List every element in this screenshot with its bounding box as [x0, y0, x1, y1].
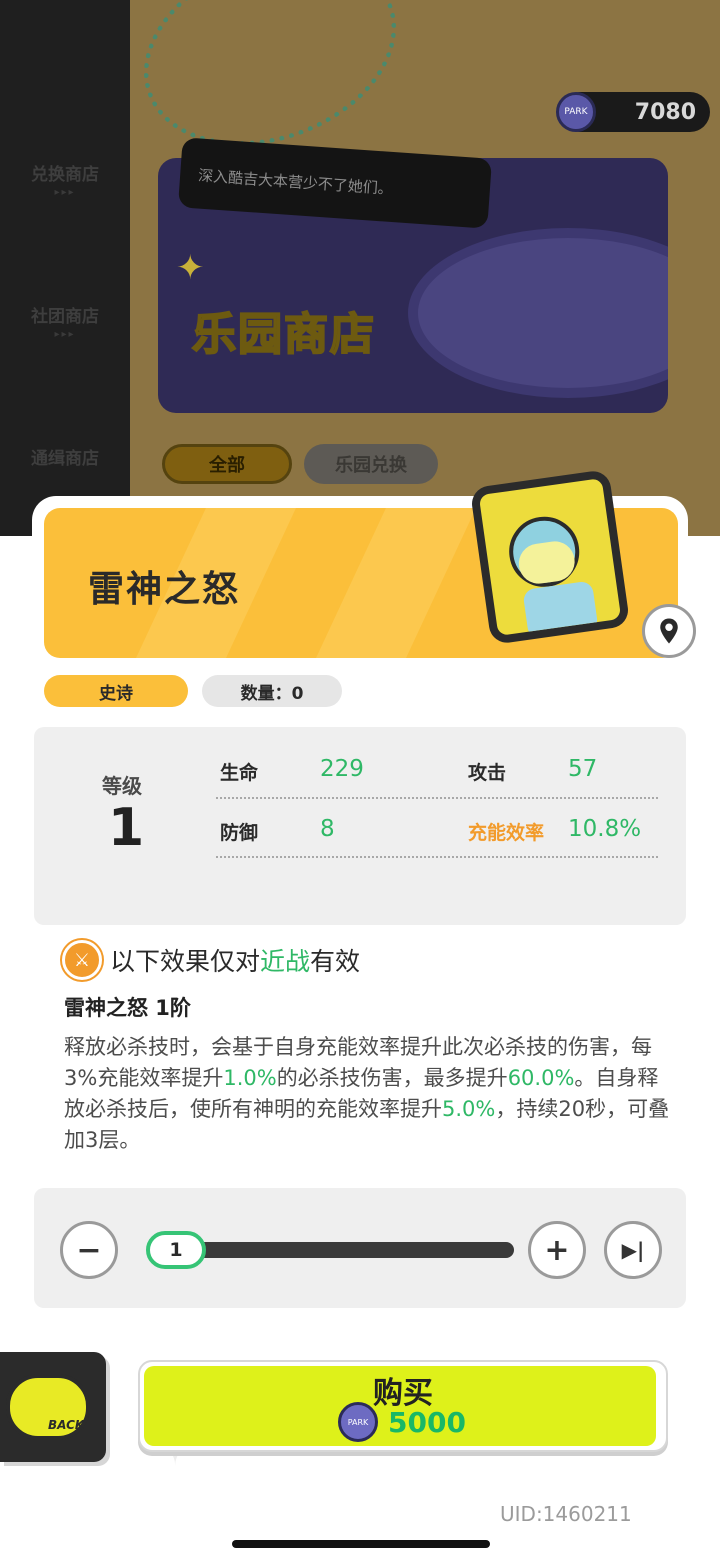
tab-all[interactable]: 全部 — [162, 444, 292, 484]
effect-condition: ⚔ 以下效果仅对 近战 有效 — [62, 940, 360, 980]
home-indicator[interactable] — [232, 1540, 490, 1548]
desc-value: 5.0% — [442, 1097, 496, 1121]
ufo-illustration — [408, 228, 668, 398]
condition-highlight: 近战 — [260, 947, 311, 976]
currency-amount: 7080 — [634, 99, 696, 125]
sidebar-arrow-icon: ▸▸▸ — [54, 329, 76, 340]
sidebar-arrow-icon: ▸▸▸ — [54, 187, 76, 198]
melee-sword-icon: ⚔ — [62, 940, 102, 980]
screen: 兑换商店 ▸▸▸ 社团商店 ▸▸▸ 通缉商店 PARK 7080 ✦ ✦ 深入酷… — [0, 0, 720, 1561]
park-coin-icon: PARK — [338, 1402, 378, 1442]
decrease-button[interactable]: − — [60, 1221, 118, 1279]
user-id: UID:1460211 — [500, 1502, 632, 1526]
item-portrait — [469, 469, 631, 645]
star-icon: ✦ — [176, 248, 205, 288]
header-stripe — [292, 508, 486, 658]
quantity-badge: 数量：0 — [202, 675, 342, 707]
sidebar-item-label: 社团商店 — [31, 307, 99, 327]
tab-park-exchange[interactable]: 乐园兑换 — [304, 444, 438, 484]
condition-prefix: 以下效果仅对 — [110, 947, 261, 976]
park-coin-icon: PARK — [556, 92, 596, 132]
desc-text: 的必杀技伤害，最多提升 — [276, 1066, 508, 1090]
atk-value: 57 — [568, 756, 598, 782]
back-label: BACK — [48, 1418, 85, 1432]
level-label: 等级 — [102, 774, 142, 798]
skip-to-end-icon: ▶| — [621, 1238, 645, 1262]
effect-title: 雷神之怒 1阶 — [64, 996, 191, 1020]
condition-suffix: 有效 — [310, 947, 361, 976]
shop-sidebar: 兑换商店 ▸▸▸ 社团商店 ▸▸▸ 通缉商店 — [0, 0, 130, 536]
desc-value: 1.0% — [223, 1066, 277, 1090]
rarity-badge: 史诗 — [44, 675, 188, 707]
price-value: 5000 — [388, 1405, 466, 1439]
character-body — [522, 580, 599, 636]
currency-display: PARK 7080 — [556, 92, 710, 132]
sidebar-item-club[interactable]: 社团商店 ▸▸▸ — [0, 302, 130, 340]
sidebar-item-label: 兑换商店 — [31, 165, 99, 185]
energy-value: 10.8% — [568, 816, 642, 842]
hp-label: 生命 — [220, 762, 259, 784]
buy-price[interactable]: PARK 5000 — [338, 1402, 466, 1442]
max-button[interactable]: ▶| — [604, 1221, 662, 1279]
increase-button[interactable]: + — [528, 1221, 586, 1279]
energy-label: 充能效率 — [468, 822, 545, 844]
def-value: 8 — [320, 816, 335, 842]
minus-icon: − — [76, 1232, 102, 1268]
banner-title: 乐园商店 — [191, 308, 376, 361]
sidebar-item-exchange[interactable]: 兑换商店 ▸▸▸ — [0, 160, 130, 198]
sidebar-item-wanted[interactable]: 通缉商店 — [0, 444, 130, 469]
level-value: 1 — [108, 798, 145, 858]
hp-value: 229 — [320, 756, 364, 782]
effect-description: 释放必杀技时，会基于自身充能效率提升此次必杀技的伤害，每3%充能效率提升1.0%… — [64, 1032, 674, 1156]
item-name: 雷神之怒 — [88, 569, 241, 610]
plus-icon: + — [544, 1232, 570, 1268]
divider — [216, 856, 658, 858]
desc-value: 60.0% — [507, 1066, 575, 1090]
location-pin-icon — [660, 618, 678, 644]
divider — [216, 797, 658, 799]
def-label: 防御 — [220, 822, 259, 844]
atk-label: 攻击 — [468, 762, 507, 784]
quantity-slider-thumb[interactable]: 1 — [146, 1231, 206, 1269]
location-pin-button[interactable] — [642, 604, 696, 658]
sidebar-item-label: 通缉商店 — [31, 449, 99, 469]
portrait-art — [478, 478, 622, 636]
